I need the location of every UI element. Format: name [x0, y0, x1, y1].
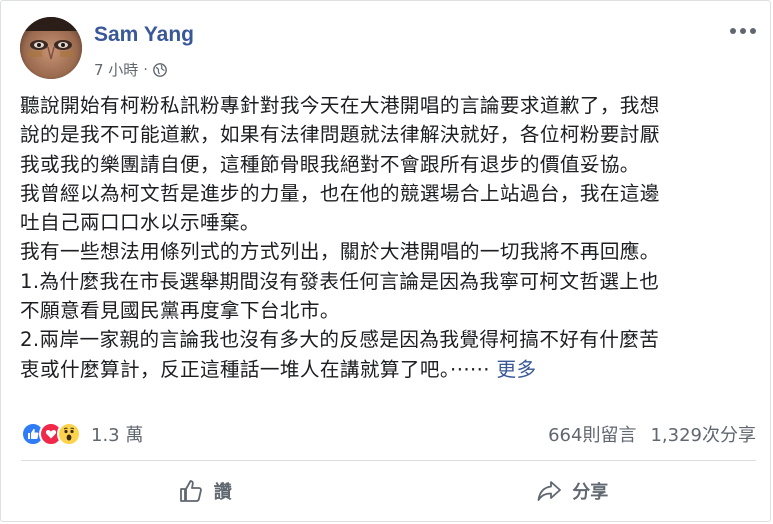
avatar-image: [20, 17, 82, 79]
post-line: 不願意看見國民黨再度拿下台北市。: [20, 299, 340, 323]
post-line: 2.兩岸一家親的言論我也沒有多大的反感是因為我覺得柯搞不好有什麼苦: [20, 328, 660, 352]
share-label: 分享: [572, 482, 609, 503]
avatar[interactable]: [20, 17, 82, 79]
post-line: 1.為什麼我在市長選舉期間沒有發表任何言論是因為我寧可柯文哲選上也: [20, 269, 660, 293]
wow-icon: [57, 422, 81, 446]
share-button[interactable]: 分享: [389, 463, 757, 519]
meta-separator: ·: [143, 61, 148, 78]
post-stats: 664則留言 1,329次分享: [548, 421, 756, 447]
reaction-icons: [21, 422, 81, 446]
action-bar: 讚 分享: [21, 463, 756, 519]
reactions-summary[interactable]: 1.3 萬: [21, 421, 143, 447]
post-line: 我或我的樂團請自便，這種節骨眼我絕對不會跟所有退步的價值妥協。: [20, 152, 640, 176]
see-more-link[interactable]: 更多: [496, 358, 536, 381]
shares-count[interactable]: 1,329次分享: [650, 421, 756, 447]
post-timestamp[interactable]: 7 小時: [94, 59, 138, 80]
reaction-count[interactable]: 1.3 萬: [91, 421, 143, 447]
post-line-last: 衷或什麼算計，反正這種話一堆人在講就算了吧。······ 更多: [20, 355, 758, 384]
post-meta: 7 小時 ·: [94, 59, 167, 80]
more-options-icon[interactable]: [730, 23, 756, 39]
post-line: 我曾經以為柯文哲是進步的力量，也在他的競選場合上站過台，我在這邊: [20, 181, 660, 205]
post-line: 吐自己兩口口水以示唾棄。: [20, 211, 260, 235]
globe-icon[interactable]: [152, 62, 167, 77]
share-icon: [536, 478, 562, 504]
author-name[interactable]: Sam Yang: [94, 23, 194, 47]
divider: [21, 460, 756, 461]
post-line: 我有一些想法用條列式的方式列出，關於大港開唱的一切我將不再回應。: [20, 240, 660, 264]
thumbs-up-icon: [178, 478, 204, 504]
post-line: 說的是我不可能道歉，如果有法律問題就法律解決就好，各位柯粉要討厭: [20, 123, 660, 147]
like-button[interactable]: 讚: [21, 463, 389, 519]
post-card: Sam Yang 7 小時 · 聽說開始有柯粉私訊粉專針對我今天在大港開唱的言論…: [0, 0, 771, 522]
post-line: 聽說開始有柯粉私訊粉專針對我今天在大港開唱的言論要求道歉了，我想: [20, 94, 660, 117]
post-body: 聽說開始有柯粉私訊粉專針對我今天在大港開唱的言論要求道歉了，我想 說的是我不可能…: [20, 91, 758, 384]
post-line-text: 衷或什麼算計，反正這種話一堆人在講就算了吧。······: [20, 357, 497, 381]
like-label: 讚: [213, 482, 232, 503]
comments-count[interactable]: 664則留言: [548, 421, 636, 447]
